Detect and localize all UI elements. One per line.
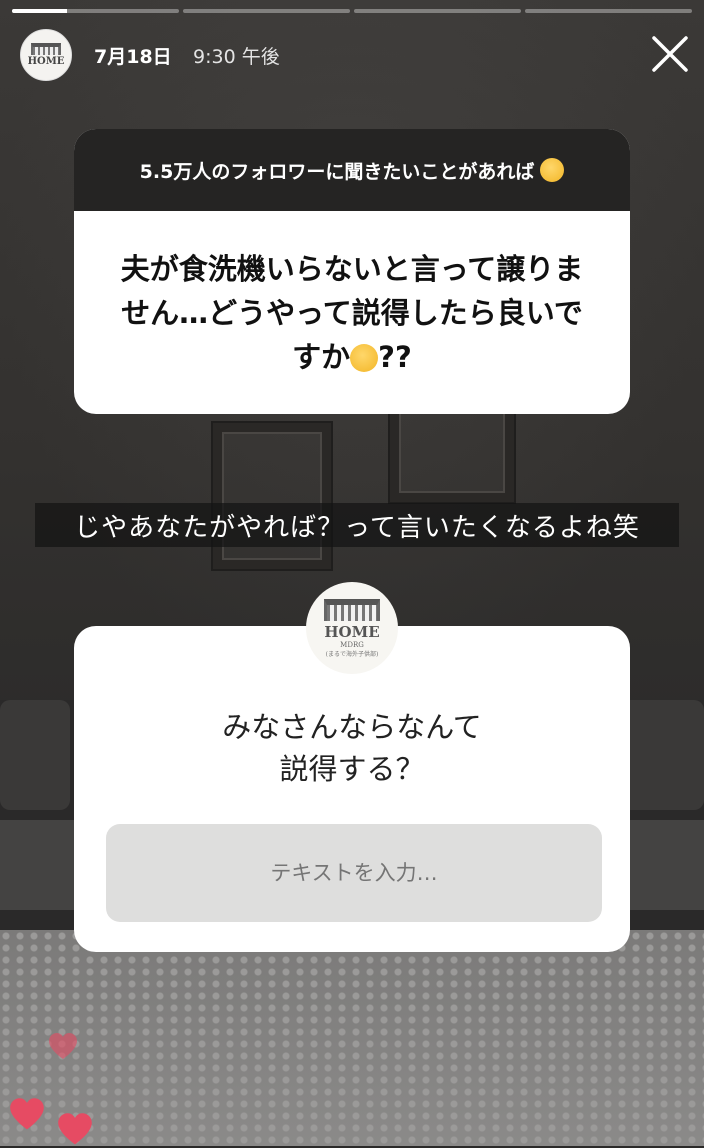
question-header-text: 5.5万人のフォロワーに聞きたいことがあれば: [139, 160, 535, 183]
heart-icon: [10, 1098, 44, 1130]
heart-icon: [58, 1113, 92, 1145]
story-time: 9:30 午後: [193, 46, 280, 68]
question-sticker-header: 5.5万人のフォロワーに聞きたいことがあれば: [74, 129, 630, 211]
question-suffix: ??: [378, 340, 412, 374]
rug: [0, 930, 704, 1146]
answer-text-input[interactable]: [106, 824, 602, 922]
house-logo-icon: [324, 598, 380, 621]
close-icon[interactable]: [648, 32, 692, 76]
question-box-logo: HOME MDRG (まるで海外子供部): [306, 582, 398, 674]
crying-face-emoji-icon: [350, 344, 379, 372]
story-date: 7月18日: [94, 46, 172, 68]
story-caption: じやあなたがやれば？って言いたくなるよね笑: [35, 503, 679, 547]
question-text-block: 夫が食洗機いらないと言って譲りません…どうやって説得したら良いですか??: [74, 211, 630, 379]
logo-title: HOME: [324, 622, 380, 641]
shy-face-emoji-icon: [540, 158, 565, 182]
story-progress-bar: [12, 9, 692, 13]
account-avatar[interactable]: HOME: [20, 29, 72, 81]
wall-frame-left: [213, 423, 331, 569]
house-logo-icon: [31, 43, 61, 55]
question-box-prompt: みなさんならなんて説得する？: [222, 710, 482, 786]
avatar-logo-text: HOME: [27, 56, 65, 67]
heart-icon: [49, 1033, 77, 1059]
question-sticker: 5.5万人のフォロワーに聞きたいことがあれば 夫が食洗機いらないと言って譲りませ…: [74, 129, 630, 414]
logo-subtitle-2: (まるで海外子供部): [325, 650, 379, 658]
logo-subtitle: MDRG: [340, 640, 364, 649]
question-box-sticker: みなさんならなんて説得する？: [74, 626, 630, 952]
